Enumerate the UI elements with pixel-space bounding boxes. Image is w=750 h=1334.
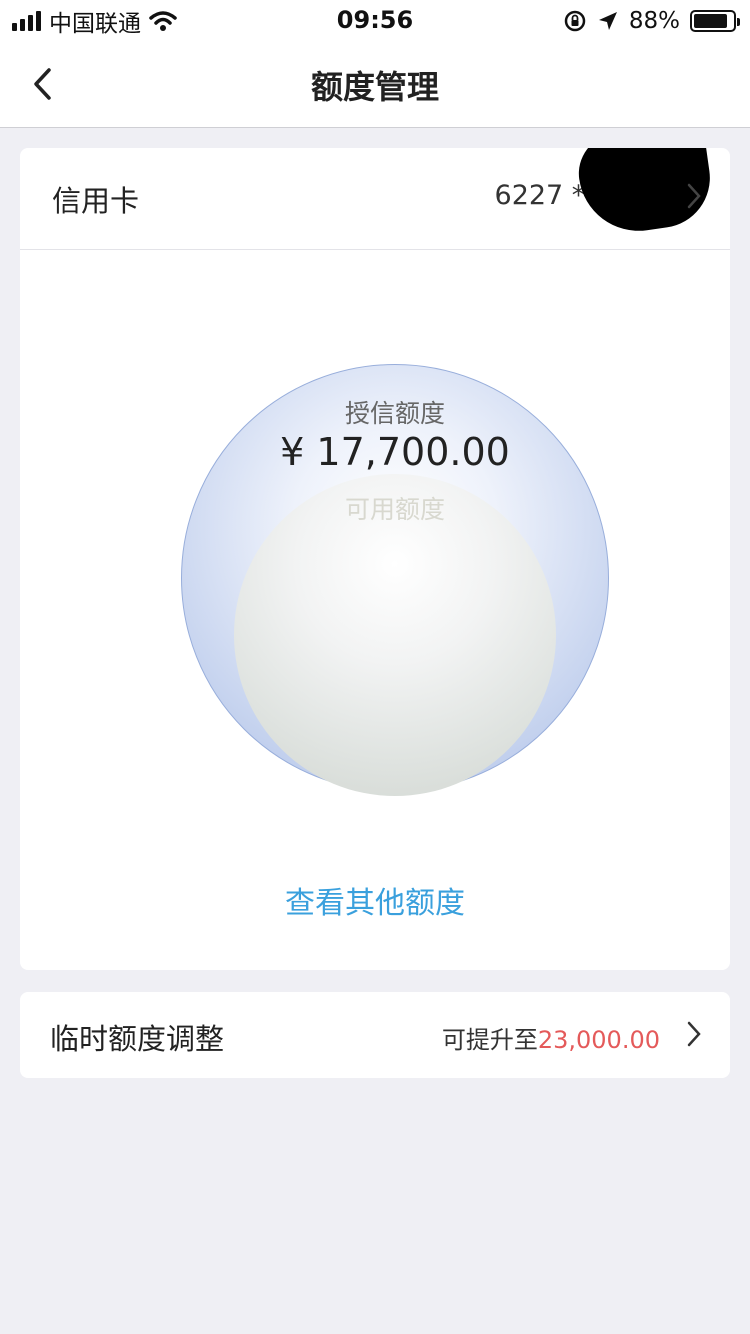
available-credit-label: 可用额度: [344, 495, 445, 524]
temp-limit-row[interactable]: 临时额度调整 可提升至23,000.00: [20, 992, 730, 1078]
temp-limit-prefix: 可提升至: [441, 1026, 538, 1054]
card-type-label: 信用卡: [52, 184, 140, 218]
temp-limit-title: 临时额度调整: [50, 1022, 225, 1056]
credit-card-panel: 信用卡 6227 ******5 授信额度 ¥ 17,700.00 可用额度 查…: [20, 148, 730, 970]
battery-percent: 88%: [628, 8, 680, 34]
temp-limit-amount: 23,000.00: [537, 1026, 660, 1054]
orientation-lock-icon: [564, 10, 586, 32]
battery-fill: [694, 14, 728, 28]
temp-limit-desc: 可提升至23,000.00: [442, 1020, 660, 1055]
status-bar: 中国联通 09:56 88%: [0, 0, 750, 40]
location-icon: [598, 12, 617, 30]
nav-bar: 额度管理: [0, 40, 750, 128]
battery-icon: [690, 10, 740, 32]
card-selector-row[interactable]: 信用卡 6227 ******5: [20, 148, 730, 250]
status-right: 88%: [563, 6, 740, 36]
granted-credit-label: 授信额度: [344, 399, 445, 428]
chevron-right-icon: [687, 1021, 701, 1047]
chevron-right-icon: [687, 183, 701, 209]
page-title: 额度管理: [310, 68, 439, 106]
view-other-limits-link[interactable]: 查看其他额度: [20, 878, 730, 922]
granted-credit-value: ¥ 17,700.00: [280, 430, 510, 474]
